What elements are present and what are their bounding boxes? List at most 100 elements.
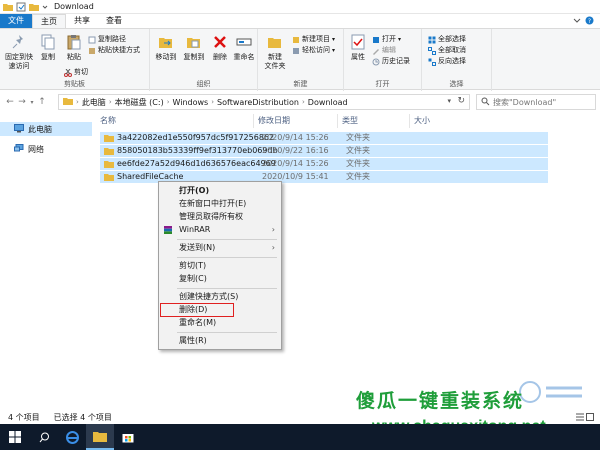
chevron-down-icon[interactable]	[573, 16, 581, 27]
breadcrumb-download[interactable]: Download	[308, 98, 348, 107]
column-header-name[interactable]: 名称	[96, 114, 254, 128]
folder-icon	[3, 2, 13, 12]
network-icon	[14, 143, 24, 155]
tab-view[interactable]: 查看	[98, 14, 130, 28]
breadcrumb-windows[interactable]: Windows	[173, 98, 209, 107]
taskbar-store-button[interactable]	[114, 424, 142, 450]
copy-label: 复制	[41, 53, 55, 61]
copy-to-button[interactable]: 复制到	[180, 33, 208, 62]
file-type: 文件夹	[346, 146, 370, 155]
breadcrumb-softwaredistribution[interactable]: SoftwareDistribution	[217, 98, 299, 107]
menu-item-delete[interactable]: 删除(D)	[160, 303, 234, 317]
new-item-label: 新建项目	[302, 35, 330, 43]
nav-item-label: 网络	[28, 144, 44, 154]
breadcrumb-local-disk[interactable]: 本地磁盘 (C:)	[115, 97, 164, 108]
copy-button[interactable]: 复制	[34, 33, 62, 62]
menu-item-create-shortcut[interactable]: 创建快捷方式(S)	[159, 291, 281, 303]
edit-icon	[372, 47, 380, 55]
invert-selection-button[interactable]: 反向选择	[428, 56, 466, 67]
up-arrow-icon[interactable]: ↑	[36, 97, 48, 107]
breadcrumb-sep-icon: ›	[211, 98, 215, 106]
new-folder-icon	[268, 38, 281, 48]
table-row[interactable]: ee6fde27a52d946d1d636576eac64969 2020/9/…	[100, 158, 548, 170]
taskbar-search-button[interactable]	[30, 424, 58, 450]
search-box[interactable]: 搜索"Download"	[476, 94, 596, 110]
menu-item-winrar[interactable]: WinRAR ›	[159, 224, 281, 236]
open-icon	[372, 36, 380, 44]
table-row[interactable]: 3a422082ed1e550f957dc5f917256862 2020/9/…	[100, 132, 548, 144]
column-header-type[interactable]: 类型	[338, 114, 410, 128]
help-icon[interactable]: ?	[585, 16, 594, 27]
organize-group-label: 组织	[196, 80, 211, 88]
address-bar[interactable]: › 此电脑 › 本地磁盘 (C:) › Windows › SoftwareDi…	[58, 94, 470, 110]
new-item-button[interactable]: 新建项目 ▾	[292, 34, 335, 45]
copy-icon	[41, 34, 55, 50]
forward-arrow-icon[interactable]: →	[16, 97, 28, 107]
tab-file[interactable]: 文件	[0, 14, 32, 28]
column-header-size[interactable]: 大小	[410, 114, 470, 128]
menu-item-properties[interactable]: 属性(R)	[159, 335, 281, 347]
cut-button[interactable]: 剪切	[64, 67, 88, 78]
menu-item-open[interactable]: 打开(O)	[159, 185, 281, 197]
column-header-date[interactable]: 修改日期	[254, 114, 338, 128]
refresh-icon[interactable]: ↻	[457, 96, 465, 106]
select-none-label: 全部取消	[438, 46, 466, 54]
new-folder-button[interactable]: 新建 文件夹	[260, 33, 290, 71]
nav-item-network[interactable]: 网络	[0, 142, 92, 156]
taskbar-edge-button[interactable]	[58, 424, 86, 450]
new-folder-quick-icon[interactable]	[29, 2, 39, 12]
select-all-button[interactable]: 全部选择	[428, 34, 466, 45]
menu-item-rename[interactable]: 重命名(M)	[159, 317, 281, 329]
paste-shortcut-button[interactable]: 粘贴快捷方式	[88, 45, 140, 56]
move-to-label: 移动到	[155, 53, 177, 61]
back-arrow-icon[interactable]: ←	[4, 97, 16, 107]
edge-icon	[65, 430, 79, 444]
file-name: 858050183b53339ff9ef313770eb069db	[117, 146, 278, 155]
menu-separator	[177, 257, 277, 258]
table-row[interactable]: 858050183b53339ff9ef313770eb069db 2020/9…	[100, 145, 548, 157]
address-dropdown-icon[interactable]: ▾	[447, 97, 451, 105]
properties-icon[interactable]	[16, 2, 26, 12]
menu-item-copy[interactable]: 复制(C)	[159, 273, 281, 285]
history-button[interactable]: 历史记录	[372, 56, 410, 67]
copy-to-label: 复制到	[183, 53, 205, 61]
details-view-icon[interactable]	[576, 413, 584, 423]
easy-access-label: 轻松访问	[302, 46, 330, 54]
chevron-down-icon[interactable]	[42, 2, 48, 12]
menu-separator	[177, 239, 277, 240]
menu-item-cut[interactable]: 剪切(T)	[159, 260, 281, 272]
breadcrumb-this-pc[interactable]: 此电脑	[82, 97, 106, 108]
copy-path-label: 复制路径	[98, 35, 126, 43]
select-group-label: 选择	[449, 80, 464, 88]
copy-path-icon	[88, 36, 96, 44]
selected-count: 已选择 4 个项目	[53, 412, 112, 422]
menu-item-send-to[interactable]: 发送到(N) ›	[159, 242, 281, 254]
scissors-icon	[64, 68, 72, 77]
taskbar-explorer-button[interactable]	[86, 424, 114, 450]
recent-chevron-icon[interactable]: ▾	[28, 99, 36, 106]
tab-home[interactable]: 主页	[32, 14, 66, 28]
group-select: 全部选择 全部取消 反向选择 选择	[422, 29, 492, 91]
start-button[interactable]	[0, 424, 30, 450]
rename-label: 重命名	[233, 53, 255, 61]
open-button[interactable]: 打开 ▾	[372, 34, 401, 45]
large-icons-view-icon[interactable]	[586, 413, 594, 423]
properties-button[interactable]: 属性	[344, 33, 372, 62]
rename-button[interactable]: 重命名	[230, 33, 258, 62]
menu-separator	[177, 288, 277, 289]
file-name: ee6fde27a52d946d1d636576eac64969	[117, 159, 276, 168]
pin-quick-access-button[interactable]: 固定到快 速访问	[4, 33, 34, 71]
move-to-button[interactable]: 移动到	[152, 33, 180, 62]
select-none-button[interactable]: 全部取消	[428, 45, 466, 56]
tab-share[interactable]: 共享	[66, 14, 98, 28]
copy-path-button[interactable]: 复制路径	[88, 34, 126, 45]
nav-item-this-pc[interactable]: 此电脑	[0, 122, 92, 136]
item-count: 4 个项目	[8, 412, 40, 422]
edit-button[interactable]: 编辑	[372, 45, 396, 56]
menu-item-open-new-window[interactable]: 在新窗口中打开(E)	[159, 198, 281, 210]
submenu-arrow-icon: ›	[271, 243, 275, 252]
paste-button[interactable]: 粘贴	[60, 33, 88, 62]
file-explorer-icon	[93, 431, 107, 442]
menu-item-take-ownership[interactable]: 管理员取得所有权	[159, 211, 281, 223]
easy-access-button[interactable]: 轻松访问 ▾	[292, 45, 335, 56]
